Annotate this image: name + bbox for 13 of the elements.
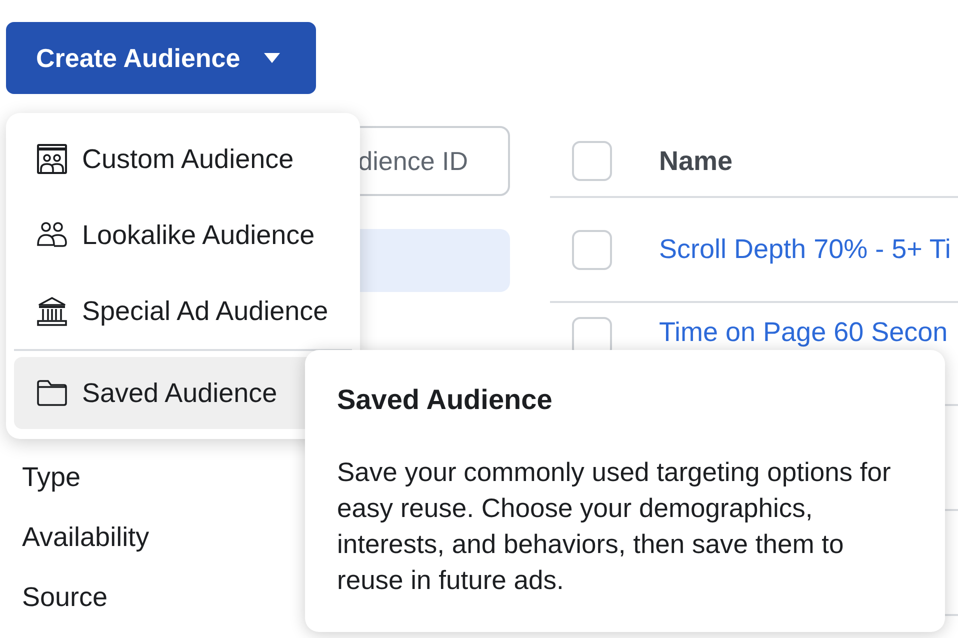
menu-item[interactable]: Lookalike Audience [14,197,352,273]
create-audience-button[interactable]: Create Audience [6,22,316,94]
menu-item[interactable]: Special Ad Audience [14,273,352,349]
caret-icon [262,52,282,64]
checkbox[interactable] [572,230,612,270]
people-card-icon [36,143,68,175]
checkbox[interactable] [572,141,612,181]
bank-icon [36,295,68,327]
folder-icon [36,377,68,409]
tooltip-text: Save your commonly used targeting options for easy reuse. Choose your demographics, interests, and behaviors, then save them to reuse in future ads. [337,456,892,597]
audience-name-link[interactable]: Scroll Depth 70% - 5+ Ti [659,234,951,265]
audience-name-link[interactable]: Time on Page 60 Secon [659,317,948,348]
column-header: Name [659,146,733,176]
